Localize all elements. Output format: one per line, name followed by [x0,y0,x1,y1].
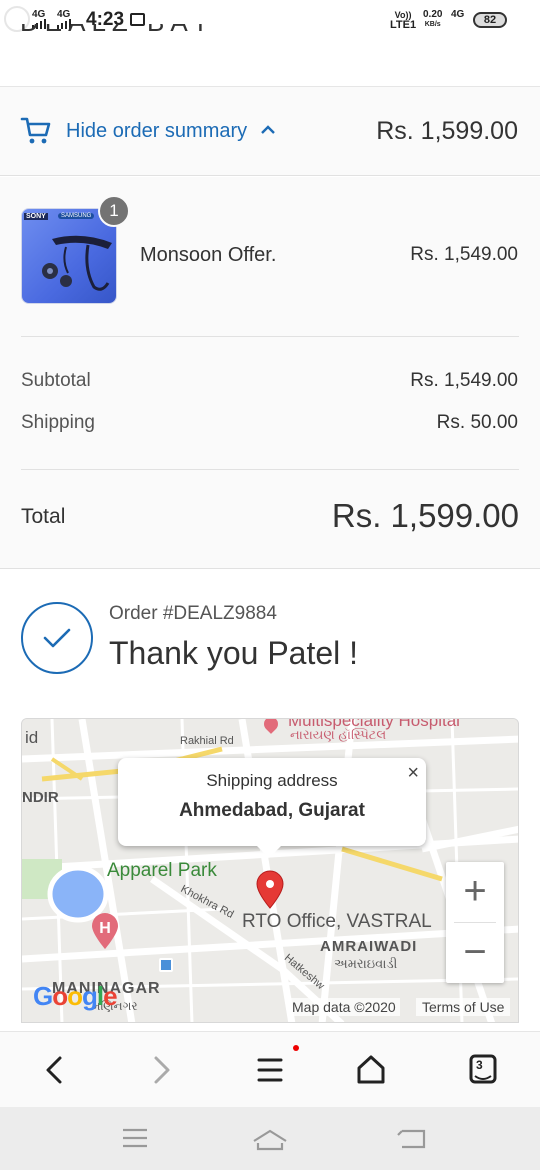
speed-unit: KB/s [424,21,441,28]
system-navigation-bar [0,1107,540,1170]
summary-total-price: Rs. 1,599.00 [376,117,518,145]
hospital-icon: H [92,913,118,949]
map-label-hospital-gujarati: નારાયણ હૉસ્પિટલ [290,727,387,742]
google-logo: Google [33,981,118,1011]
system-back-icon[interactable] [382,1107,442,1170]
close-icon[interactable]: × [407,762,419,785]
terms-of-use-link[interactable]: Terms of Use [416,998,511,1016]
map-label-rto-office: RTO Office, VASTRAL [242,911,432,932]
cart-icon [20,117,51,144]
total-label: Total [21,505,66,528]
shipping-label: Shipping [21,412,95,433]
zoom-out-button[interactable]: − [446,923,504,983]
volte-indicator: Vo)) LTE1 [390,10,417,31]
notification-dot [293,1045,299,1051]
quantity-badge: 1 [98,195,130,227]
tab-count: 3 [476,1058,483,1072]
divider [21,469,519,470]
tabs-icon[interactable] [453,1032,513,1108]
order-confirmed-icon [21,602,93,674]
store-title: DEALZ BAY [20,24,215,46]
hide-order-summary-label[interactable]: Hide order summary [66,120,247,143]
map-data-attribution: Map data ©2020 [288,998,400,1016]
divider [21,336,519,337]
order-number: Order #DEALZ9884 [109,603,277,624]
chevron-up-icon [261,125,275,134]
map-label-apparel-park: Apparel Park [107,860,217,881]
map-label-ndir: NDIR [22,789,59,806]
shipping-address-popup: Shipping address Ahmedabad, Gujarat × [118,758,426,858]
subtotal-value: Rs. 1,549.00 [410,370,518,391]
map-label-amraiwadi-gujarati: અમરાઇવાડી [334,956,398,971]
checkmark-icon [43,628,71,648]
subtotal-label: Subtotal [21,370,91,391]
map-label-rakhial-rd: Rakhial Rd [180,735,234,747]
svg-text:H: H [99,920,111,937]
zoom-controls: + − [446,862,504,983]
shipping-map[interactable]: Multispeciality Hospital નારાયણ હૉસ્પિટલ… [21,718,519,1023]
transit-icon [159,958,173,972]
map-label-id: id [25,728,39,747]
product-price: Rs. 1,549.00 [410,244,518,265]
product-name: Monsoon Offer. [140,244,277,266]
speed-value: 0.20 [423,9,443,20]
browser-toolbar: 3 [0,1031,540,1107]
map-label-amraiwadi: AMRAIWADI [320,938,418,955]
data-speed: 0.20 KB/s [423,10,442,30]
system-home-icon[interactable] [240,1107,300,1170]
menu-icon[interactable] [240,1032,300,1108]
back-icon[interactable] [24,1032,84,1108]
forward-icon[interactable] [132,1032,192,1108]
total-value: Rs. 1,599.00 [331,497,519,534]
store-title-text: DEALZ BAY [20,24,215,37]
battery-icon: 82 [473,12,507,28]
popup-address: Ahmedabad, Gujarat [179,800,365,821]
network-indicator-3: 4G [451,9,465,20]
order-summary: SONY SAMSUNG 1 Monsoon Offer. Rs. 1,549.… [0,177,540,569]
volte-bottom: LTE1 [390,19,417,31]
order-summary-toggle[interactable]: Hide order summary Rs. 1,599.00 [0,86,540,176]
zoom-in-button[interactable]: + [446,862,504,922]
home-icon[interactable] [341,1032,401,1108]
recent-apps-icon[interactable] [105,1107,165,1170]
popup-title: Shipping address [206,771,338,790]
thank-you-heading: Thank you Patel ! [109,635,359,671]
location-marker-icon[interactable] [254,869,286,909]
shipping-value: Rs. 50.00 [436,412,518,433]
